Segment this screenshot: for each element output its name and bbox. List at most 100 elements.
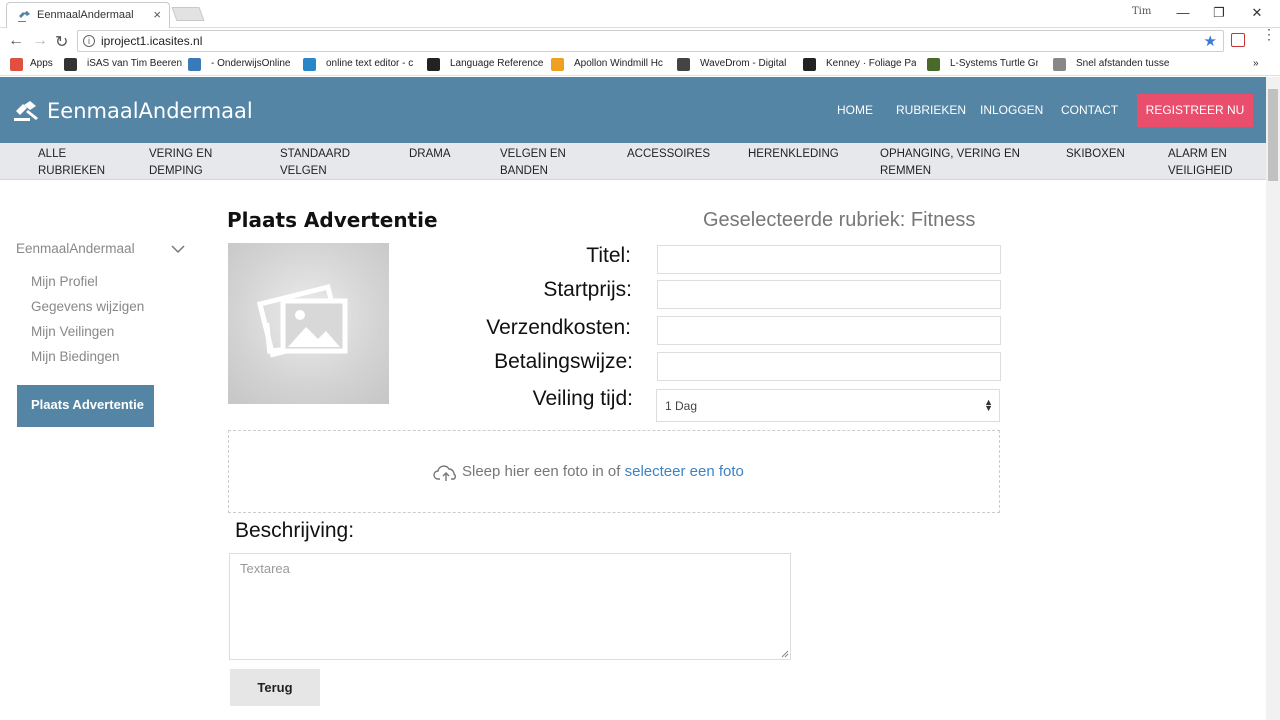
browser-tab-bar: EenmaalAndermaal × Tim — ❐ ✕: [0, 0, 1280, 28]
category-item[interactable]: STANDAARD VELGEN: [280, 146, 350, 180]
close-window-icon[interactable]: ✕: [1242, 2, 1272, 24]
category-item[interactable]: ALARM EN VEILIGHEID: [1168, 146, 1233, 180]
bookmark-favicon-icon[interactable]: [188, 58, 201, 71]
category-line: REMMEN: [880, 165, 932, 177]
payment-label: Betalingswijze:: [494, 350, 633, 373]
category-item[interactable]: HERENKLEDING: [748, 146, 839, 163]
restore-icon[interactable]: ❐: [1204, 2, 1234, 24]
nav-rubrieken[interactable]: RUBRIEKEN: [896, 103, 966, 117]
category-line: ALARM EN: [1168, 148, 1227, 160]
bookmarks-overflow-icon[interactable]: »: [1253, 58, 1259, 69]
apps-grid-icon[interactable]: [10, 58, 23, 71]
close-tab-icon[interactable]: ×: [153, 7, 161, 22]
site-header: EenmaalAndermaal HOME RUBRIEKEN INLOGGEN…: [0, 77, 1266, 143]
nav-home[interactable]: HOME: [837, 103, 873, 117]
sidebar-plaats-advertentie-button[interactable]: Plaats Advertentie: [17, 385, 154, 427]
bookmark-item[interactable]: Kenney · Foliage Pac: [826, 58, 916, 69]
category-line: DRAMA: [409, 148, 451, 160]
omnibox[interactable]: i iproject1.icasites.nl ★: [77, 30, 1224, 52]
bookmark-favicon-icon[interactable]: [677, 58, 690, 71]
bookmark-favicon-icon[interactable]: [427, 58, 440, 71]
category-line: DEMPING: [149, 165, 203, 177]
bookmark-favicon-icon[interactable]: [64, 58, 77, 71]
category-item[interactable]: ALLE RUBRIEKEN: [38, 146, 105, 180]
bookmark-item[interactable]: L-Systems Turtle Gra: [950, 58, 1038, 69]
category-line: ACCESSOIRES: [627, 148, 711, 160]
back-button[interactable]: Terug: [230, 669, 320, 706]
shipping-input[interactable]: [657, 316, 1001, 345]
sidebar-item-veilingen[interactable]: Mijn Veilingen: [31, 324, 114, 339]
dropzone-text: Sleep hier een foto in of selecteer een …: [462, 463, 744, 480]
category-line: VEILIGHEID: [1168, 165, 1233, 177]
category-item[interactable]: VELGEN EN BANDEN: [500, 146, 566, 180]
bookmark-item[interactable]: Apps: [30, 58, 53, 69]
gavel-logo-icon[interactable]: [12, 99, 40, 121]
photo-dropzone[interactable]: Sleep hier een foto in of selecteer een …: [228, 430, 1000, 513]
category-item[interactable]: DRAMA: [409, 146, 451, 163]
select-arrows-icon: ▲ ▼: [984, 397, 993, 413]
category-line: RUBRIEKEN: [38, 165, 106, 177]
cloud-upload-icon: [433, 465, 456, 481]
bookmark-item[interactable]: Apollon Windmill Hc: [574, 58, 663, 69]
bookmark-favicon-icon[interactable]: [551, 58, 564, 71]
auction-time-select[interactable]: 1 Dag ▲ ▼: [656, 389, 1000, 422]
bookmark-item[interactable]: - OnderwijsOnline: [211, 58, 290, 69]
resize-grip-icon[interactable]: [781, 650, 789, 658]
gavel-favicon-icon: [18, 11, 30, 22]
profile-name[interactable]: Tim: [1132, 6, 1151, 17]
category-item[interactable]: SKIBOXEN: [1066, 146, 1125, 163]
category-line: OPHANGING, VERING EN: [880, 148, 1020, 160]
bookmark-item[interactable]: Snel afstanden tusse: [1076, 58, 1169, 69]
category-line: ALLE: [38, 148, 67, 160]
payment-input[interactable]: [657, 352, 1001, 381]
sidebar-header[interactable]: EenmaalAndermaal: [16, 241, 135, 256]
chevron-down-icon[interactable]: [170, 244, 186, 254]
bookmark-item[interactable]: Language Reference: [450, 58, 543, 69]
new-tab-button[interactable]: [171, 7, 205, 21]
minimize-icon[interactable]: —: [1168, 2, 1198, 24]
category-item[interactable]: OPHANGING, VERING EN REMMEN: [880, 146, 1020, 180]
bookmark-item[interactable]: online text editor - c: [326, 58, 413, 69]
startprice-input[interactable]: [657, 280, 1001, 309]
bookmark-favicon-icon[interactable]: [303, 58, 316, 71]
photo-placeholder[interactable]: [228, 243, 389, 404]
nav-inloggen[interactable]: INLOGGEN: [980, 103, 1043, 117]
bookmark-favicon-icon[interactable]: [803, 58, 816, 71]
back-arrow-icon[interactable]: ←: [8, 32, 24, 50]
info-icon[interactable]: i: [83, 35, 95, 47]
category-line: STANDAARD: [280, 148, 351, 160]
bookmark-favicon-icon[interactable]: [927, 58, 940, 71]
sidebar-item-gegevens[interactable]: Gegevens wijzigen: [31, 299, 144, 314]
sidebar-item-biedingen[interactable]: Mijn Biedingen: [31, 349, 120, 364]
tab-title: EenmaalAndermaal: [37, 9, 134, 21]
auction-time-label: Veiling tijd:: [532, 387, 633, 410]
site-logo[interactable]: EenmaalAndermaal: [47, 99, 253, 123]
shipping-label: Verzendkosten:: [486, 316, 631, 339]
forward-arrow-icon[interactable]: →: [32, 32, 48, 50]
bookmark-star-icon[interactable]: ★: [1204, 32, 1217, 50]
browser-menu-icon[interactable]: ⋮: [1262, 27, 1276, 41]
title-input[interactable]: [657, 245, 1001, 274]
description-label: Beschrijving:: [235, 519, 355, 542]
startprice-label: Startprijs:: [543, 278, 632, 301]
bookmark-favicon-icon[interactable]: [1053, 58, 1066, 71]
description-textarea[interactable]: Textarea: [229, 553, 791, 660]
category-line: VERING EN: [149, 148, 213, 160]
category-item[interactable]: VERING EN DEMPING: [149, 146, 212, 180]
bookmark-item[interactable]: iSAS van Tim Beeren: [87, 58, 182, 69]
bookmarks-bar: Apps iSAS van Tim Beeren - OnderwijsOnline…: [0, 54, 1280, 76]
register-button[interactable]: REGISTREER NU: [1137, 94, 1253, 127]
image-placeholder-icon: [256, 284, 348, 358]
extension-icon[interactable]: [1231, 33, 1245, 47]
reload-icon[interactable]: ↻: [55, 32, 68, 52]
category-item[interactable]: ACCESSOIRES: [627, 146, 710, 163]
page-scrollbar[interactable]: [1266, 77, 1280, 720]
category-bar: ALLE RUBRIEKEN VERING EN DEMPING STANDAARD VE…: [0, 143, 1266, 180]
nav-contact[interactable]: CONTACT: [1061, 103, 1118, 117]
browser-tab[interactable]: EenmaalAndermaal ×: [6, 2, 170, 28]
bookmark-item[interactable]: WaveDrom - Digital: [700, 58, 786, 69]
url-text[interactable]: iproject1.icasites.nl: [101, 34, 202, 48]
select-photo-link[interactable]: selecteer een foto: [625, 463, 744, 480]
scrollbar-thumb[interactable]: [1268, 89, 1278, 181]
sidebar-item-profiel[interactable]: Mijn Profiel: [31, 274, 98, 289]
